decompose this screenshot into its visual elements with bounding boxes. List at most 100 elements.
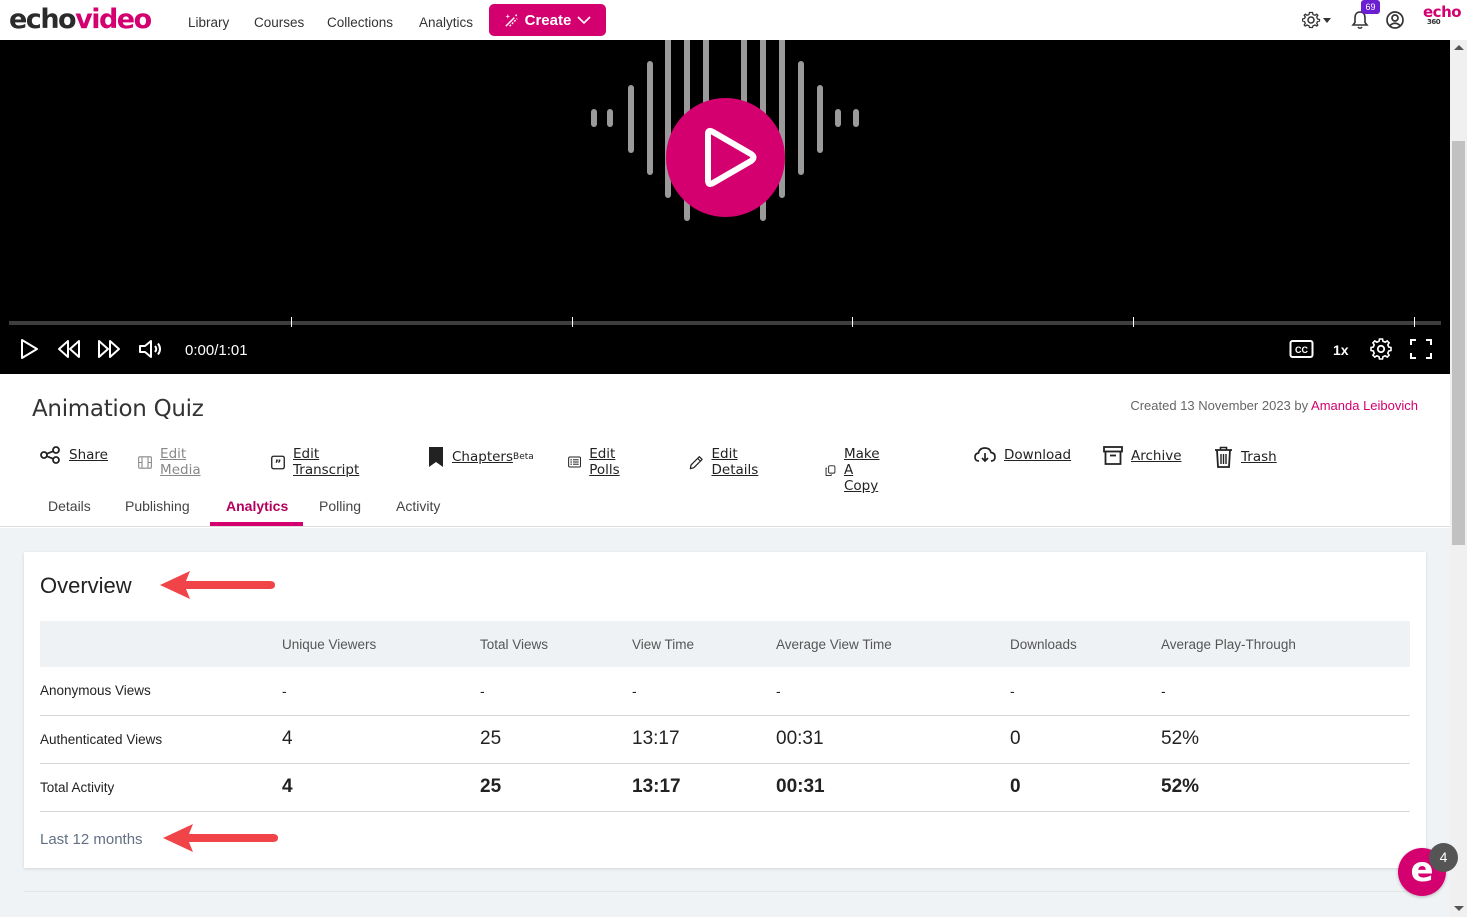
captions-button[interactable]: CC: [1289, 339, 1314, 364]
cell-value: -: [1161, 667, 1410, 716]
chapter-marker[interactable]: [291, 317, 292, 327]
edit-polls-button[interactable]: Edit Polls: [568, 446, 627, 478]
echo360-brand-logo[interactable]: echo 360: [1423, 5, 1462, 26]
tab-details[interactable]: Details: [48, 498, 91, 514]
cell-value: -: [776, 667, 1010, 716]
edit-media-button[interactable]: Edit Media: [138, 446, 208, 478]
cell-value: 0: [1010, 763, 1161, 812]
volume-icon: [139, 340, 161, 358]
download-button[interactable]: Download: [974, 446, 1071, 464]
copy-icon: [825, 464, 836, 476]
chapter-marker[interactable]: [1133, 317, 1134, 327]
edit-details-button[interactable]: Edit Details: [689, 446, 765, 478]
cell-value: 13:17: [632, 715, 776, 764]
fullscreen-button[interactable]: [1409, 338, 1433, 365]
cell-value: 00:31: [776, 715, 1010, 764]
share-button[interactable]: Share: [40, 446, 108, 464]
play-button[interactable]: [18, 338, 40, 365]
chapter-marker[interactable]: [572, 317, 573, 327]
cell-value: -: [480, 667, 632, 716]
top-navigation: echovideo Library Courses Collections An…: [0, 0, 1467, 40]
edit-transcript-button[interactable]: ” Edit Transcript: [271, 446, 364, 478]
fast-forward-button[interactable]: [96, 338, 122, 365]
row-label: Anonymous Views: [40, 667, 282, 716]
date-range-label: Last 12 months: [40, 831, 143, 848]
overview-stats-table: Unique Viewers Total Views View Time Ave…: [40, 621, 1410, 812]
cell-value: 13:17: [632, 763, 776, 812]
nav-courses[interactable]: Courses: [254, 15, 304, 30]
scroll-up-arrow-icon[interactable]: [1454, 45, 1464, 50]
trash-button[interactable]: Trash: [1214, 446, 1277, 468]
settings-menu-button[interactable]: [1301, 10, 1332, 35]
player-settings-button[interactable]: [1370, 338, 1392, 365]
page-scrollbar[interactable]: [1450, 40, 1467, 917]
cell-value: 4: [282, 763, 480, 812]
notification-count-badge: 69: [1361, 0, 1380, 14]
chapter-marker[interactable]: [852, 317, 853, 327]
user-circle-icon: [1386, 11, 1404, 29]
list-icon: [568, 456, 582, 468]
rewind-icon: [58, 340, 80, 358]
bookmark-icon: [429, 447, 443, 467]
table-row-anonymous-views: Anonymous Views - - - - - -: [40, 667, 1410, 716]
echovideo-logo[interactable]: echovideo: [9, 3, 152, 37]
fast-forward-icon: [98, 340, 120, 358]
user-account-button[interactable]: [1385, 10, 1405, 35]
annotation-arrow-icon: [163, 824, 278, 852]
playback-speed-button[interactable]: 1x: [1333, 342, 1349, 358]
row-label: Total Activity: [40, 763, 282, 812]
column-header: [40, 621, 282, 667]
column-header-unique-viewers: Unique Viewers: [282, 621, 480, 667]
create-label: Create: [524, 11, 572, 29]
fullscreen-icon: [1410, 339, 1432, 359]
tab-analytics[interactable]: Analytics: [226, 498, 288, 514]
volume-button[interactable]: [137, 338, 163, 365]
active-tab-indicator: [210, 522, 303, 526]
cell-value: 25: [480, 763, 632, 812]
beta-tag: Beta: [513, 452, 534, 462]
tab-publishing[interactable]: Publishing: [125, 498, 190, 514]
rewind-button[interactable]: [56, 338, 82, 365]
section-divider: [24, 891, 1426, 892]
share-icon: [40, 446, 60, 464]
tab-activity[interactable]: Activity: [396, 498, 440, 514]
chapter-marker[interactable]: [1414, 317, 1415, 327]
tab-polling[interactable]: Polling: [319, 498, 361, 514]
help-unread-count-badge: 4: [1429, 843, 1458, 872]
captions-icon: CC: [1289, 340, 1314, 358]
overview-title: Overview: [40, 573, 132, 598]
gear-icon: [1301, 11, 1331, 29]
video-player[interactable]: 0:00/1:01 CC 1x: [0, 40, 1450, 374]
nav-collections[interactable]: Collections: [327, 15, 393, 30]
row-label: Authenticated Views: [40, 715, 282, 764]
cell-value: -: [632, 667, 776, 716]
chevron-down-icon: [577, 16, 591, 25]
column-header-average-play-through: Average Play-Through: [1161, 621, 1410, 667]
chapters-button[interactable]: Chapters Beta: [428, 446, 534, 468]
trash-icon: [1215, 446, 1232, 468]
author-link[interactable]: Amanda Leibovich: [1311, 398, 1418, 413]
archive-icon: [1103, 446, 1123, 465]
media-tabs: Details Publishing Analytics Polling Act…: [0, 486, 1450, 527]
pencil-icon: [689, 455, 703, 469]
progress-bar[interactable]: [9, 321, 1441, 325]
annotation-arrow-icon: [160, 571, 275, 599]
table-header-row: Unique Viewers Total Views View Time Ave…: [40, 621, 1410, 667]
film-icon: [138, 455, 152, 469]
scrollbar-thumb[interactable]: [1452, 141, 1465, 545]
nav-analytics[interactable]: Analytics: [419, 15, 473, 30]
table-row-total-activity: Total Activity 4 25 13:17 00:31 0 52%: [40, 763, 1410, 812]
scroll-down-arrow-icon[interactable]: [1454, 906, 1464, 911]
create-button[interactable]: Create: [489, 4, 606, 36]
column-header-average-view-time: Average View Time: [776, 621, 1010, 667]
column-header-view-time: View Time: [632, 621, 776, 667]
media-title: Animation Quiz: [32, 396, 204, 422]
gear-icon: [1370, 338, 1392, 360]
cell-value: 25: [480, 715, 632, 764]
cell-value: 4: [282, 715, 480, 764]
cell-value: 0: [1010, 715, 1161, 764]
nav-library[interactable]: Library: [188, 15, 229, 30]
big-play-button[interactable]: [666, 98, 785, 217]
created-info: Created 13 November 2023 by Amanda Leibo…: [1130, 398, 1418, 413]
archive-button[interactable]: Archive: [1103, 446, 1182, 465]
